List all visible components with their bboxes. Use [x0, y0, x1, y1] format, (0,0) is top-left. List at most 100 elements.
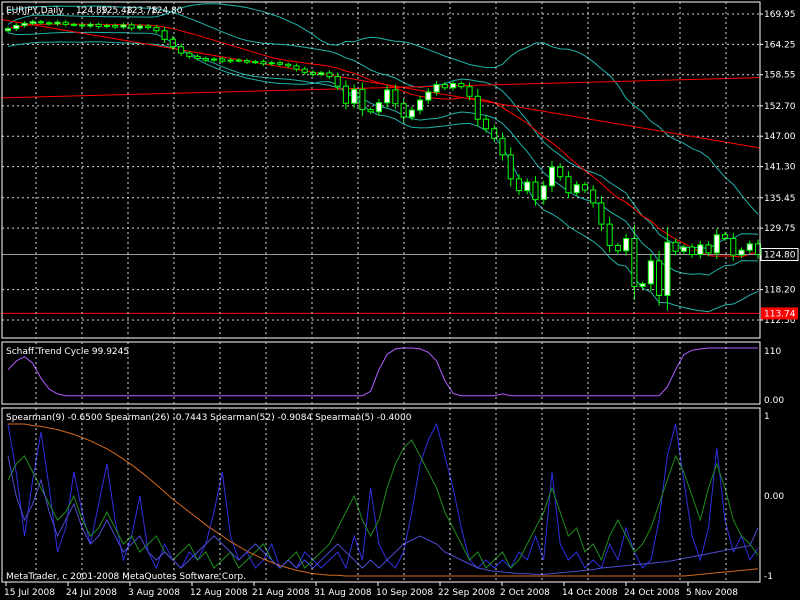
- candle-body: [202, 57, 209, 61]
- candle-body: [697, 244, 704, 255]
- candle-body: [705, 244, 712, 254]
- candle-body: [62, 21, 69, 25]
- candle-body: [351, 88, 358, 104]
- candle-body: [400, 103, 407, 118]
- candle-body: [458, 83, 465, 88]
- candle-body: [565, 176, 572, 194]
- candle-body: [738, 249, 745, 256]
- price-tick-label: 147.00: [764, 132, 796, 142]
- candle-body: [689, 246, 696, 255]
- candle-body: [334, 76, 341, 87]
- price-tick-label: 135.45: [764, 194, 796, 204]
- ohlc-readout-value: 124.80: [151, 6, 183, 16]
- candle-body: [260, 61, 267, 65]
- candle-body: [425, 91, 432, 101]
- time-tick-label: 12 Aug 2008: [190, 588, 248, 598]
- candle-body: [672, 241, 679, 252]
- candle-body: [285, 63, 292, 67]
- bollinger-upper-line: [7, 3, 759, 215]
- current-price-label: 124.80: [764, 250, 796, 260]
- spearman-panel[interactable]: 1 0.00 -1 Spearman(9) -0.6500 Spearman(26) …: [6, 412, 784, 582]
- spearman-tick-label: 1: [764, 412, 770, 422]
- candle-body: [301, 68, 308, 73]
- schaff-tick-label: 110: [764, 347, 781, 357]
- candle-body: [153, 27, 160, 32]
- candle-body: [417, 99, 424, 111]
- candle-body: [326, 72, 333, 78]
- candle-body: [433, 84, 440, 93]
- candle-body: [408, 109, 415, 118]
- candle-body: [103, 24, 110, 28]
- candle-body: [515, 178, 523, 192]
- candle-body: [4, 28, 12, 32]
- candle-body: [309, 71, 316, 75]
- time-tick-label: 31 Aug 2008: [314, 588, 372, 598]
- time-tick-label: 24 Jul 2008: [66, 588, 117, 598]
- candle-body: [178, 46, 185, 54]
- candle-body: [606, 223, 613, 246]
- price-tick-label: 164.25: [764, 40, 796, 50]
- candle-body: [548, 166, 556, 187]
- price-tick-label: 169.95: [764, 10, 796, 20]
- candle-body: [573, 184, 580, 194]
- spearman-panel-frame: [1, 407, 761, 583]
- candle-body: [359, 88, 366, 111]
- price-tick-label: 152.70: [764, 102, 796, 112]
- candle-body: [680, 246, 687, 252]
- spearman-series-line-3: [7, 455, 759, 575]
- time-tick-label: 3 Aug 2008: [128, 588, 180, 598]
- candle-body: [450, 83, 457, 89]
- moving-average-fast-line: [7, 23, 759, 258]
- candle-body: [227, 59, 234, 62]
- schaff-tick-label: 0.00: [764, 396, 784, 406]
- time-tick-label: 10 Sep 2008: [376, 588, 433, 598]
- schaff-trend-cycle-panel[interactable]: 110 0.00 Schaff Trend Cycle 99.9245: [6, 347, 784, 406]
- price-tick-label: 158.55: [764, 71, 796, 81]
- price-tick-label: 129.75: [764, 224, 796, 234]
- spearman-series-line-2: [8, 423, 759, 577]
- candle-body: [13, 24, 20, 30]
- candle-body: [79, 24, 86, 27]
- candle-body: [219, 58, 226, 62]
- time-tick-label: 2 Oct 2008: [500, 588, 550, 598]
- candle-body: [466, 86, 473, 97]
- time-tick-label: 5 Nov 2008: [686, 588, 738, 598]
- candle-body: [46, 22, 53, 25]
- candle-body: [194, 55, 201, 59]
- candle-body: [474, 95, 481, 120]
- candle-body: [507, 154, 514, 180]
- candle-body: [128, 24, 135, 29]
- candle-body: [746, 243, 753, 251]
- price-panel-frame: [1, 1, 761, 339]
- candle-body: [37, 21, 45, 24]
- candle-body: [169, 38, 176, 48]
- candle-body: [392, 89, 399, 105]
- candle-body: [318, 72, 325, 75]
- candle-body: [342, 85, 349, 104]
- candle-body: [186, 52, 193, 57]
- candle-body: [120, 24, 127, 28]
- spearman-tick-label: -1: [764, 572, 773, 582]
- trading-chart[interactable]: 169.95 164.25 158.55 152.70 147.00 141.30 135.…: [0, 0, 800, 600]
- candle-body: [598, 202, 605, 225]
- candle-body: [581, 184, 588, 191]
- candle-body: [21, 22, 28, 26]
- copyright-text: MetaTrader, c 2001-2008 MetaQuotes Softw…: [6, 572, 246, 582]
- moving-average-long-line: [1, 77, 761, 99]
- envelope-lower-line: [7, 41, 759, 276]
- price-panel[interactable]: 169.95 164.25 158.55 152.70 147.00 141.30 135.…: [1, 3, 799, 326]
- candle-body: [532, 181, 539, 201]
- time-tick-label: 24 Oct 2008: [624, 588, 680, 598]
- candle-body: [730, 238, 737, 256]
- schaff-title: Schaff Trend Cycle 99.9245: [6, 347, 129, 357]
- candle-body: [499, 137, 506, 156]
- candle-body: [614, 244, 621, 252]
- price-tick-label: 141.30: [764, 163, 796, 173]
- candle-body: [54, 21, 61, 25]
- candle-body: [87, 23, 94, 27]
- candle-body: [210, 58, 218, 61]
- candle-body: [590, 189, 597, 204]
- candle-body: [524, 181, 531, 192]
- candle-body: [145, 25, 152, 29]
- candle-body: [243, 60, 251, 63]
